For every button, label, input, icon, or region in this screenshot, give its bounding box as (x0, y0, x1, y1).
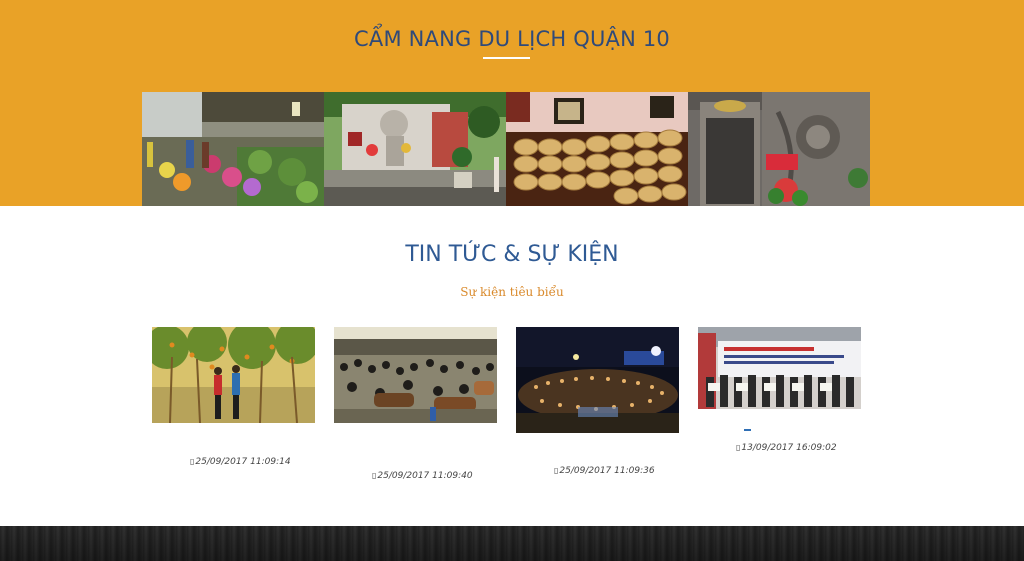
guide-title: CẨM NANG DU LỊCH QUẬN 10 (354, 27, 670, 51)
calendar-icon: ▯ (554, 466, 559, 475)
news-timestamp: ▯25/09/2017 11:09:14 (190, 457, 291, 467)
gallery-tile-relief[interactable] (688, 92, 870, 206)
news-card-image-orchard[interactable] (152, 327, 315, 423)
night-festival-photo (516, 327, 679, 433)
guide-gallery (142, 92, 870, 206)
flower-market-photo (142, 92, 324, 206)
calendar-icon: ▯ (372, 471, 377, 480)
orchard-photo (152, 327, 315, 423)
gallery-tile-flower-market[interactable] (142, 92, 324, 206)
news-card-image-festival[interactable] (516, 327, 679, 433)
news-card-image-award[interactable] (698, 327, 861, 409)
gallery-tile-monument[interactable] (324, 92, 506, 206)
monument-memorial-photo (324, 92, 506, 206)
gallery-tile-baskets[interactable] (506, 92, 688, 206)
cattle-market-photo (334, 327, 497, 423)
calendar-icon: ▯ (736, 443, 741, 452)
news-section-subtitle: Sự kiện tiêu biểu (460, 285, 564, 299)
calendar-icon: ▯ (190, 457, 195, 466)
title-underline (483, 57, 530, 59)
news-section-title: TIN TỨC & SỰ KIỆN (405, 242, 619, 267)
award-ceremony-photo (698, 327, 861, 409)
news-card-title-marker (744, 429, 751, 431)
news-timestamp: ▯13/09/2017 16:09:02 (736, 443, 837, 453)
footer-shade (0, 526, 1024, 561)
news-timestamp: ▯25/09/2017 11:09:40 (372, 471, 473, 481)
relief-plaque-photo (688, 92, 870, 206)
news-timestamp: ▯25/09/2017 11:09:36 (554, 466, 655, 476)
baskets-storehouse-photo (506, 92, 688, 206)
news-card-image-market[interactable] (334, 327, 497, 423)
